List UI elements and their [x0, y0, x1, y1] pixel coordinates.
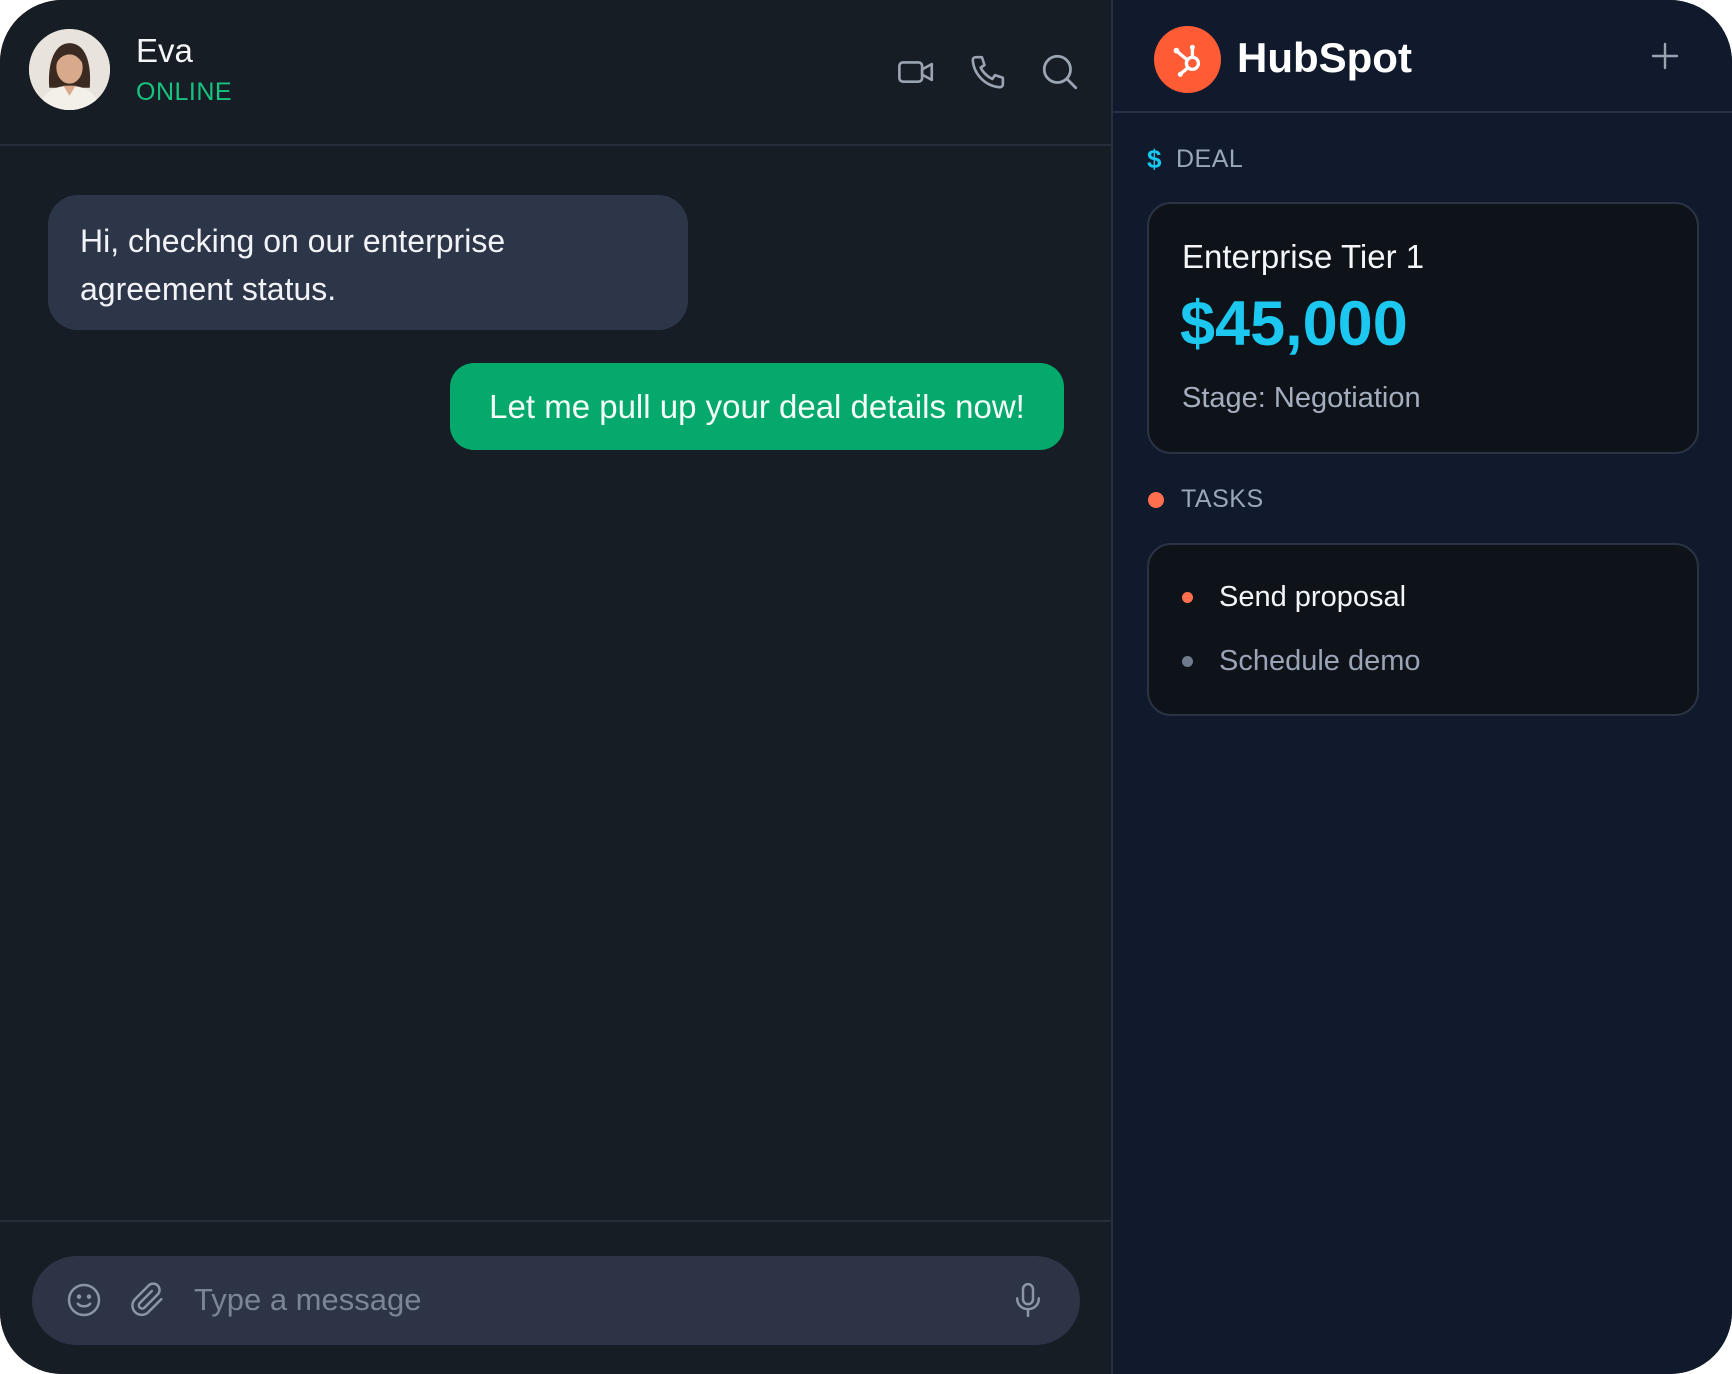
- deal-amount: $45,000: [1180, 289, 1408, 359]
- phone-icon[interactable]: [966, 50, 1010, 94]
- chat-pane: Eva ONLINE Hi, checking on our enterpris…: [0, 0, 1113, 1374]
- deal-stage: Stage: Negotiation: [1182, 382, 1421, 414]
- message-incoming: Hi, checking on our enterprise agreement…: [48, 195, 688, 330]
- hubspot-sprocket-icon: [1154, 26, 1221, 93]
- contact-name: Eva: [136, 32, 193, 69]
- task-label: Schedule demo: [1219, 645, 1421, 677]
- contact-avatar[interactable]: [29, 29, 110, 110]
- message-outgoing: Let me pull up your deal details now!: [450, 363, 1064, 450]
- composer-area: [0, 1220, 1111, 1374]
- contact-status: ONLINE: [136, 78, 233, 106]
- crm-sidebar: HubSpot $ DEAL Enterprise Tier 1 $45,000…: [1113, 0, 1732, 1374]
- task-bullet-icon: [1182, 656, 1193, 667]
- deal-card[interactable]: Enterprise Tier 1 $45,000 Stage: Negotia…: [1147, 202, 1699, 454]
- app-window: Eva ONLINE Hi, checking on our enterpris…: [0, 0, 1732, 1374]
- task-bullet-icon: [1182, 592, 1193, 603]
- dollar-icon: $: [1147, 144, 1162, 174]
- deal-section-label: $ DEAL: [1147, 144, 1243, 175]
- crm-header: HubSpot: [1113, 0, 1732, 113]
- chat-header: Eva ONLINE: [0, 0, 1111, 146]
- plus-icon[interactable]: [1647, 38, 1683, 74]
- message-composer: [32, 1256, 1080, 1345]
- video-camera-icon[interactable]: [894, 50, 938, 94]
- microphone-icon[interactable]: [1006, 1278, 1050, 1322]
- task-label: Send proposal: [1219, 581, 1407, 613]
- tasks-section-label: TASKS: [1147, 485, 1264, 514]
- search-icon[interactable]: [1038, 50, 1082, 94]
- deal-name: Enterprise Tier 1: [1182, 238, 1425, 275]
- paperclip-icon[interactable]: [126, 1278, 170, 1322]
- tasks-card: Send proposal Schedule demo: [1147, 543, 1699, 716]
- task-item[interactable]: Schedule demo: [1182, 645, 1421, 678]
- task-item[interactable]: Send proposal: [1182, 581, 1406, 614]
- message-input[interactable]: [192, 1268, 1012, 1332]
- deal-label: DEAL: [1175, 145, 1244, 173]
- brand-name: HubSpot: [1237, 34, 1412, 81]
- emoji-icon[interactable]: [62, 1278, 106, 1322]
- tasks-dot-icon: [1148, 491, 1164, 508]
- tasks-label: TASKS: [1181, 485, 1264, 513]
